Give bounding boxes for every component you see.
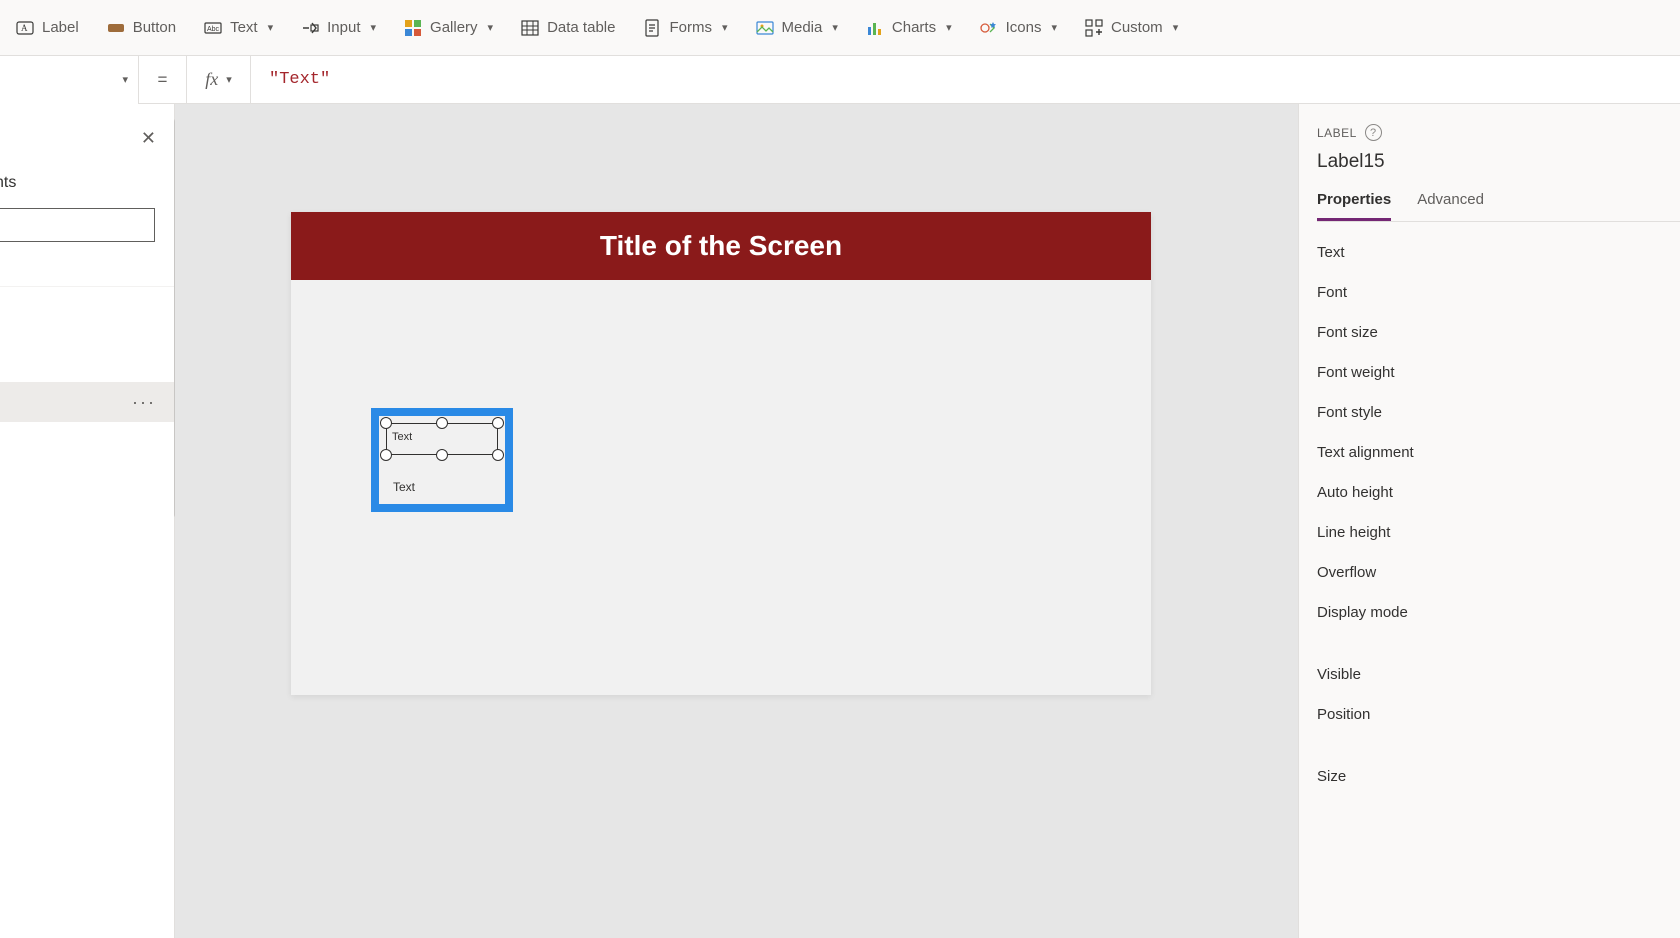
screen-title-text: Title of the Screen — [600, 230, 842, 262]
prop-font[interactable]: Font — [1317, 272, 1680, 312]
toolbar-input[interactable]: Input ▾ — [289, 8, 388, 48]
panel-heading-fragment: nts — [0, 174, 16, 192]
chevron-down-icon: ▾ — [226, 73, 232, 86]
text-label-icon: A — [16, 19, 34, 37]
chevron-down-icon: ▾ — [832, 21, 838, 34]
chevron-down-icon: ▾ — [488, 21, 494, 34]
input-icon — [301, 19, 319, 37]
charts-icon — [866, 19, 884, 37]
toolbar-icons[interactable]: Icons ▾ — [968, 8, 1069, 48]
toolbar-item-label: Custom — [1111, 19, 1163, 36]
svg-text:A: A — [21, 23, 28, 33]
selected-group[interactable]: Text Text — [371, 408, 513, 512]
toolbar-item-label: Media — [782, 19, 823, 36]
toolbar-text[interactable]: Abc Text ▾ — [192, 8, 285, 48]
resize-handle-sw[interactable] — [380, 449, 392, 461]
data-table-icon — [521, 19, 539, 37]
resize-handle-s[interactable] — [436, 449, 448, 461]
toolbar-custom[interactable]: Custom ▾ — [1073, 8, 1190, 48]
resize-handle-n[interactable] — [436, 417, 448, 429]
properties-list: Text Font Font size Font weight Font sty… — [1317, 232, 1680, 796]
chevron-down-icon: ▾ — [122, 73, 128, 86]
chevron-down-icon: ▾ — [722, 21, 728, 34]
toolbar-data-table[interactable]: Data table — [509, 8, 627, 48]
chevron-down-icon: ▾ — [268, 21, 274, 34]
help-icon[interactable]: ? — [1365, 124, 1382, 141]
chevron-down-icon: ▾ — [946, 21, 952, 34]
resize-handle-se[interactable] — [492, 449, 504, 461]
prop-overflow[interactable]: Overflow — [1317, 552, 1680, 592]
toolbar-item-label: Text — [230, 19, 258, 36]
toolbar-item-label: Button — [133, 19, 176, 36]
property-selector-dropdown[interactable]: ▾ — [0, 56, 139, 104]
svg-text:Abc: Abc — [207, 26, 220, 33]
chevron-down-icon: ▾ — [1173, 21, 1179, 34]
toolbar-charts[interactable]: Charts ▾ — [854, 8, 964, 48]
toolbar-item-label: Label — [42, 19, 79, 36]
properties-panel: LABEL ? Label15 Properties Advanced Text… — [1298, 104, 1680, 938]
search-input[interactable] — [0, 208, 155, 242]
tab-properties[interactable]: Properties — [1317, 191, 1391, 221]
button-icon — [107, 19, 125, 37]
toolbar-item-label: Gallery — [430, 19, 478, 36]
resize-handle-nw[interactable] — [380, 417, 392, 429]
element-category: LABEL — [1317, 126, 1357, 140]
prop-font-weight[interactable]: Font weight — [1317, 352, 1680, 392]
prop-visible[interactable]: Visible — [1317, 654, 1680, 694]
prop-size[interactable]: Size — [1317, 756, 1680, 796]
toolbar-item-label: Forms — [669, 19, 712, 36]
fx-label: fx — [205, 69, 218, 90]
label-control[interactable]: Text — [393, 480, 415, 494]
prop-font-style[interactable]: Font style — [1317, 392, 1680, 432]
screen-title-banner[interactable]: Title of the Screen — [291, 212, 1151, 280]
prop-text[interactable]: Text — [1317, 232, 1680, 272]
text-field-icon: Abc — [204, 19, 222, 37]
formula-bar: ▾ = fx ▾ "Text" — [0, 56, 1680, 104]
gallery-icon — [404, 19, 422, 37]
toolbar-item-label: Icons — [1006, 19, 1042, 36]
tree-item-selected[interactable]: ··· — [0, 382, 174, 422]
fx-button[interactable]: fx ▾ — [187, 56, 251, 103]
prop-text-alignment[interactable]: Text alignment — [1317, 432, 1680, 472]
chevron-down-icon: ▾ — [1051, 21, 1057, 34]
forms-icon — [643, 19, 661, 37]
tree-view-panel: ✕ nts ··· — [0, 104, 175, 938]
formula-input[interactable]: "Text" — [251, 56, 1680, 103]
toolbar-media[interactable]: Media ▾ — [744, 8, 850, 48]
selected-label-control[interactable]: Text — [386, 423, 498, 455]
toolbar-gallery[interactable]: Gallery ▾ — [392, 8, 505, 48]
more-options-icon[interactable]: ··· — [132, 392, 156, 413]
prop-line-height[interactable]: Line height — [1317, 512, 1680, 552]
equals-sign: = — [139, 56, 187, 103]
toolbar-item-label: Charts — [892, 19, 936, 36]
divider — [1317, 632, 1680, 654]
toolbar-item-label: Data table — [547, 19, 615, 36]
toolbar-forms[interactable]: Forms ▾ — [631, 8, 739, 48]
app-screen[interactable]: Title of the Screen Text Tex — [291, 212, 1151, 695]
prop-font-size[interactable]: Font size — [1317, 312, 1680, 352]
element-name: Label15 — [1317, 151, 1680, 173]
toolbar-label[interactable]: A Label — [4, 8, 91, 48]
tab-advanced[interactable]: Advanced — [1417, 191, 1484, 221]
label-text: Text — [392, 431, 412, 443]
divider — [1317, 734, 1680, 756]
custom-icon — [1085, 19, 1103, 37]
close-panel-button[interactable]: ✕ — [141, 128, 156, 149]
toolbar-item-label: Input — [327, 19, 360, 36]
prop-display-mode[interactable]: Display mode — [1317, 592, 1680, 632]
chevron-down-icon: ▾ — [371, 21, 377, 34]
resize-handle-ne[interactable] — [492, 417, 504, 429]
media-icon — [756, 19, 774, 37]
design-canvas-area: Title of the Screen Text Tex — [175, 104, 1298, 938]
prop-auto-height[interactable]: Auto height — [1317, 472, 1680, 512]
prop-position[interactable]: Position — [1317, 694, 1680, 734]
divider — [0, 286, 174, 287]
icons-icon — [980, 19, 998, 37]
toolbar-button[interactable]: Button — [95, 8, 188, 48]
insert-toolbar: A Label Button Abc Text ▾ Input ▾ Galler… — [0, 0, 1680, 56]
